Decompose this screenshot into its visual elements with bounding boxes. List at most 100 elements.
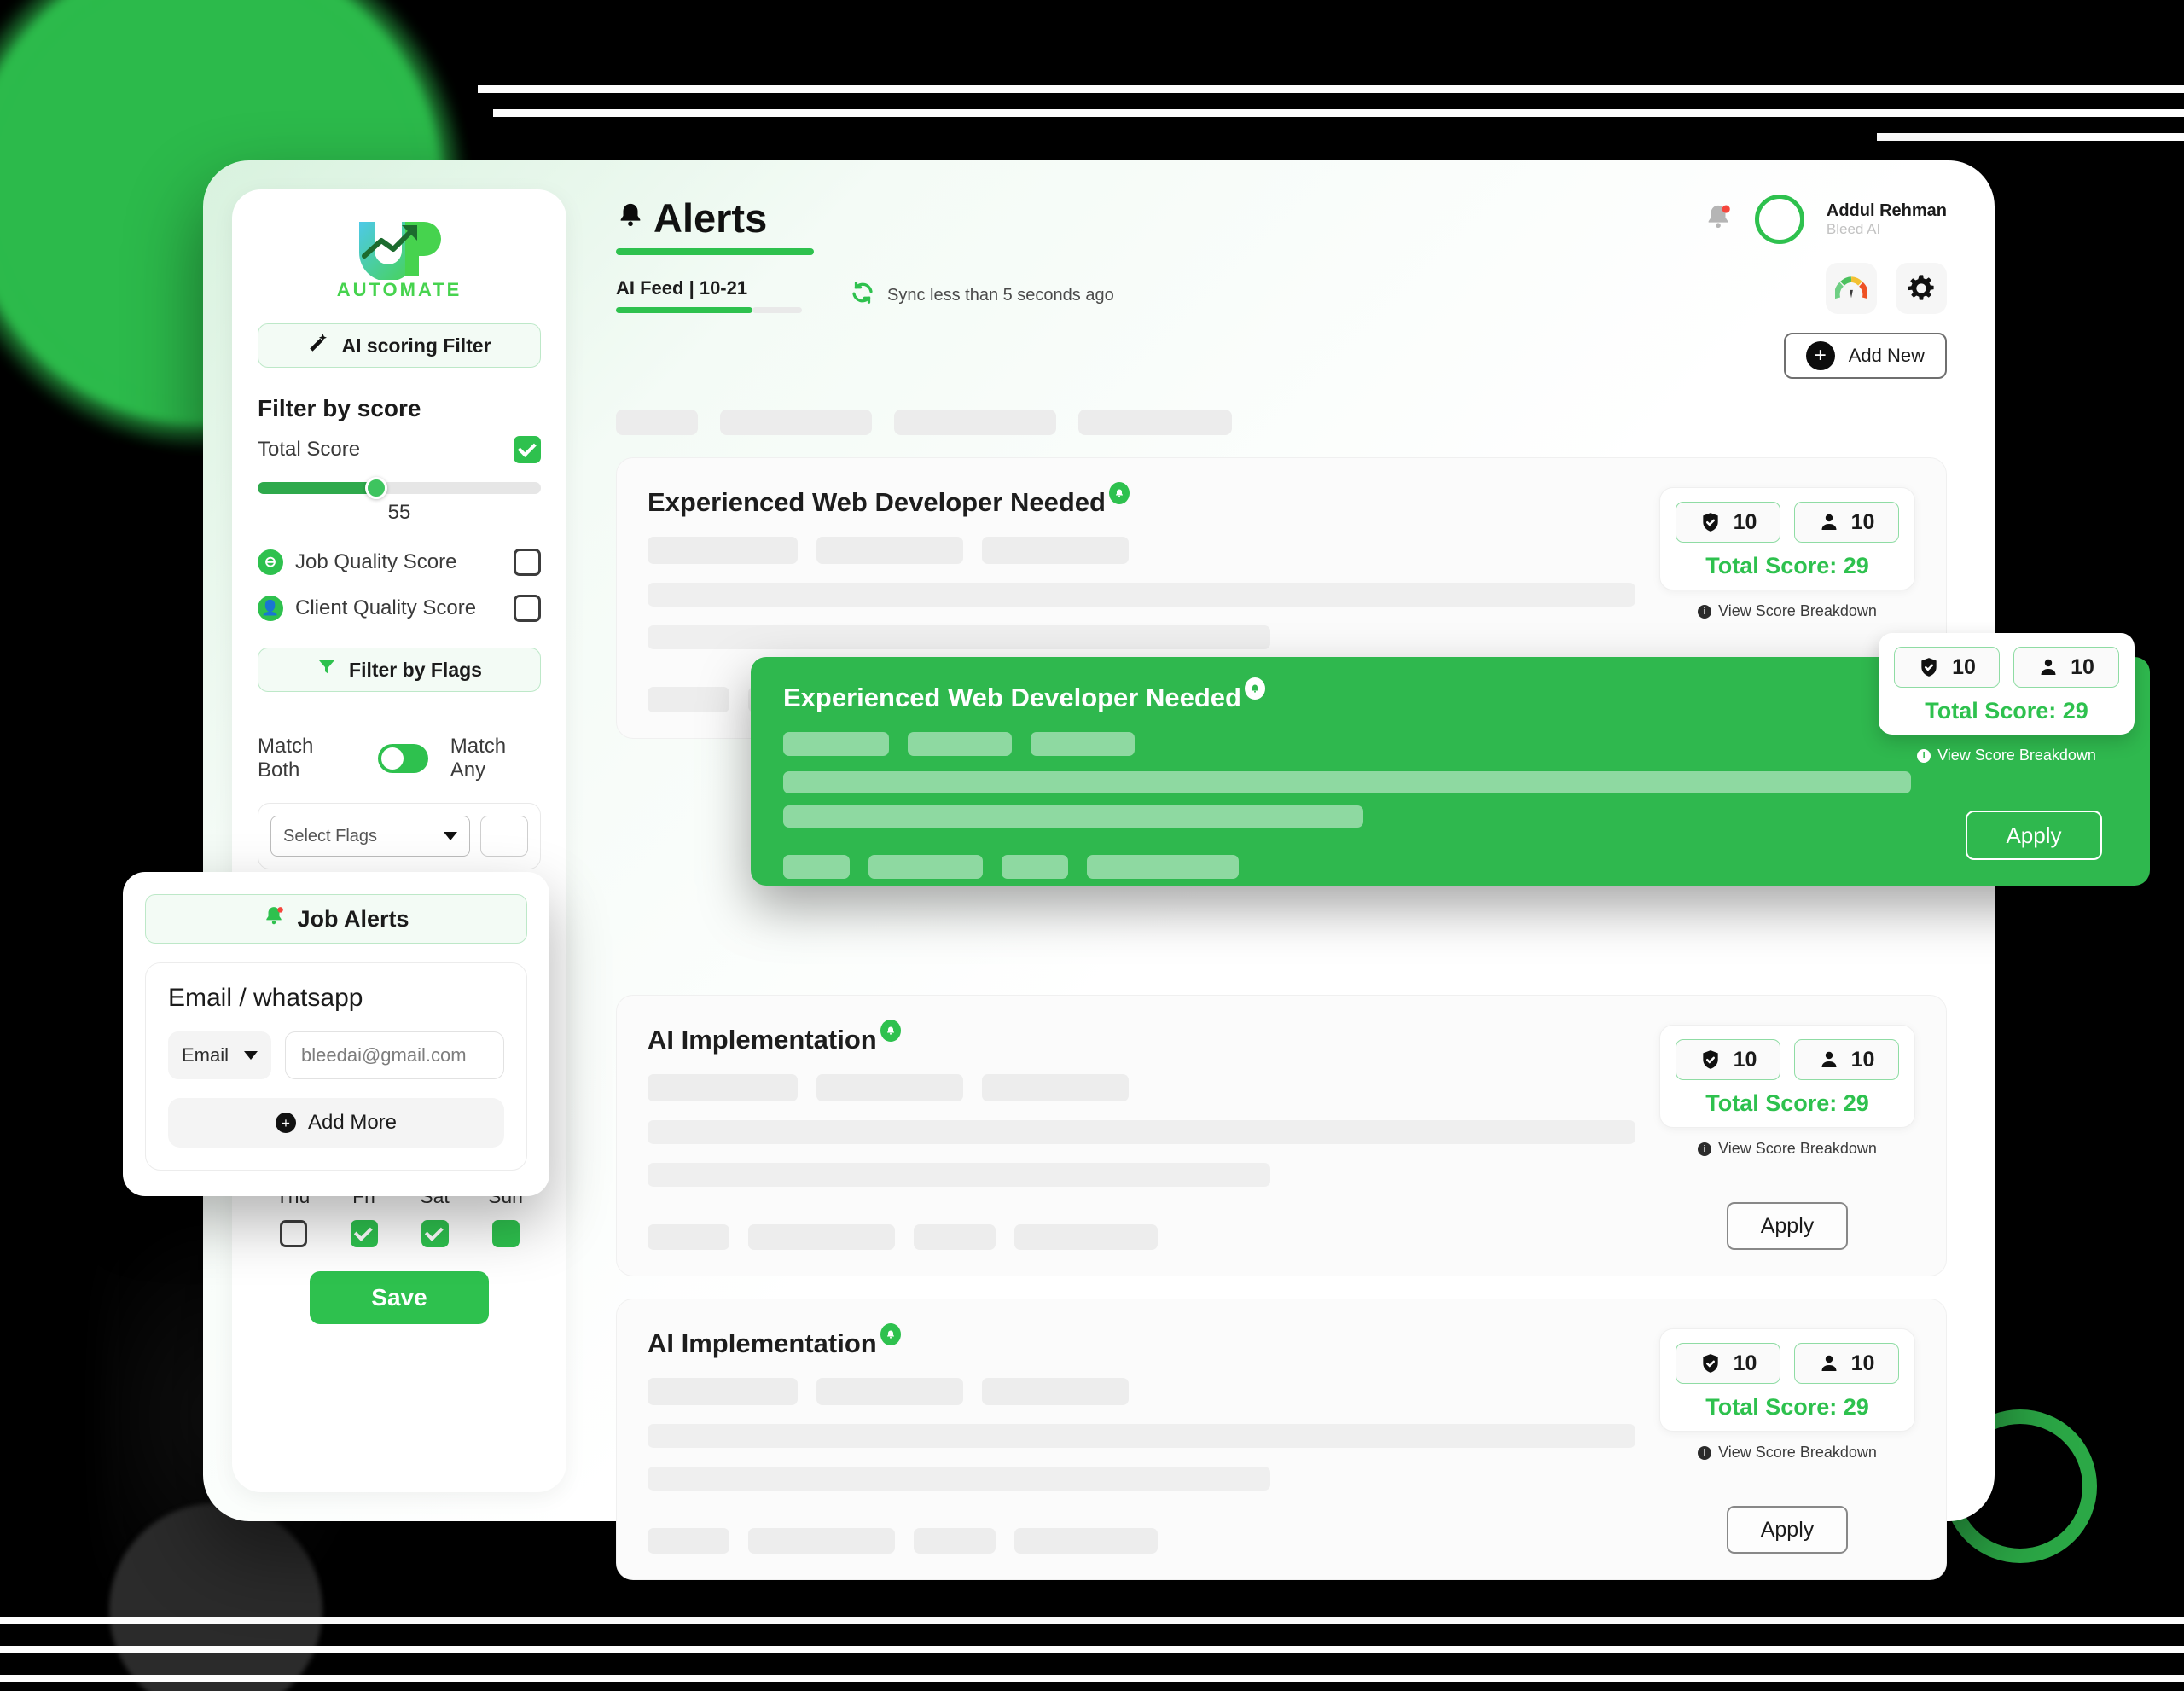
job-quality-label: Job Quality Score: [295, 550, 457, 573]
add-more-button[interactable]: + Add More: [168, 1098, 504, 1148]
add-new-button[interactable]: + Add New: [1783, 333, 1947, 379]
page-title-text: Alerts: [653, 195, 768, 241]
user-box[interactable]: Addul Rehman Bleed AI: [1704, 195, 1947, 244]
filter-chip[interactable]: [720, 410, 872, 435]
shield-score-value: 10: [1733, 1351, 1757, 1375]
apply-button[interactable]: Apply: [1727, 1506, 1848, 1554]
bell-icon: [616, 195, 645, 241]
alert-bell-badge-icon: [880, 1323, 901, 1345]
alert-bell-badge-icon: [880, 1020, 901, 1042]
filter-chip[interactable]: [1078, 410, 1232, 435]
filter-chip[interactable]: [894, 410, 1056, 435]
highlighted-job-title-text: Experienced Web Developer Needed: [783, 683, 1241, 712]
apply-button[interactable]: Apply: [1727, 1202, 1848, 1250]
channel-select[interactable]: Email: [168, 1031, 272, 1079]
slider-knob[interactable]: [365, 477, 388, 499]
filter-by-score-title: Filter by score: [258, 395, 421, 421]
view-score-breakdown-link[interactable]: i View Score Breakdown: [1698, 602, 1877, 620]
email-field-value: bleedai@gmail.com: [301, 1044, 467, 1066]
flags-select[interactable]: Select Flags: [270, 816, 470, 857]
skeleton-chip: [783, 855, 850, 879]
job-card[interactable]: AI Implementation 10 10 Total Score: 29 …: [616, 995, 1947, 1276]
save-button[interactable]: Save: [310, 1271, 489, 1324]
skeleton-line: [648, 1467, 1270, 1491]
skeleton-chip: [648, 1074, 798, 1101]
skeleton-chip: [914, 1224, 996, 1250]
job-alerts-header[interactable]: Job Alerts: [145, 894, 527, 944]
magic-wand-icon: [307, 332, 329, 359]
filter-by-flags-button[interactable]: Filter by Flags: [258, 648, 541, 692]
gear-icon[interactable]: [1896, 263, 1947, 314]
job-card[interactable]: AI Implementation 10 10 Total Score: 29 …: [616, 1299, 1947, 1580]
view-score-breakdown-link[interactable]: i View Score Breakdown: [1917, 747, 2096, 764]
highlighted-job-card[interactable]: Experienced Web Developer Needed 10 10 T…: [751, 633, 2150, 886]
skeleton-chip: [1002, 855, 1068, 879]
day-checkbox-sun[interactable]: [491, 1220, 520, 1247]
page-title: Alerts: [616, 195, 1114, 241]
shield-score-value: 10: [1733, 509, 1757, 534]
skeleton-chip: [908, 732, 1012, 756]
slider-value: 55: [387, 501, 411, 524]
skeleton-chip: [982, 537, 1129, 564]
skeleton-chip: [982, 1378, 1129, 1405]
job-card-body: AI Implementation: [648, 1323, 1635, 1554]
day-checkbox-sat[interactable]: [421, 1220, 449, 1247]
skeleton-line: [648, 1424, 1635, 1448]
client-quality-label: Client Quality Score: [295, 596, 477, 619]
flags-add-button[interactable]: [480, 816, 528, 857]
total-score-checkbox[interactable]: [514, 436, 541, 463]
highlighted-score-side: 10 10 Total Score: 29 i View Score Break…: [1879, 633, 2135, 764]
shield-score-badge: 10: [1676, 1343, 1780, 1384]
sync-icon[interactable]: [850, 280, 875, 311]
email-field[interactable]: bleedai@gmail.com: [285, 1031, 504, 1079]
view-score-breakdown-link[interactable]: i View Score Breakdown: [1698, 1140, 1877, 1158]
skeleton-chip: [648, 687, 729, 712]
skeleton-chip: [914, 1528, 996, 1554]
add-new-label: Add New: [1848, 345, 1925, 366]
skeleton-tag-row: [648, 1224, 1635, 1250]
client-quality-icon: 👤: [258, 596, 283, 621]
ai-scoring-filter-button[interactable]: AI scoring Filter: [258, 323, 541, 368]
apply-button[interactable]: Apply: [1966, 811, 2102, 860]
job-quality-checkbox[interactable]: [514, 549, 541, 576]
highlighted-job-title: Experienced Web Developer Needed: [783, 677, 1265, 713]
job-quality-icon: ⊖: [258, 549, 283, 575]
total-score: Total Score: 29: [1705, 1090, 1869, 1116]
info-icon: i: [1698, 604, 1712, 619]
person-score-badge: 10: [1794, 1343, 1899, 1384]
job-card-body: AI Implementation: [648, 1020, 1635, 1250]
job-alerts-panel: Job Alerts Email / whatsapp Email bleeda…: [123, 872, 549, 1196]
chevron-down-icon: [244, 1051, 258, 1060]
filter-chip[interactable]: [616, 410, 698, 435]
notifications-bell-icon[interactable]: [1704, 201, 1733, 238]
job-title-text: AI Implementation: [648, 1328, 877, 1358]
skeleton-chip: [648, 1224, 729, 1250]
match-mode-toggle[interactable]: [378, 744, 428, 773]
shield-score-badge: 10: [1676, 502, 1780, 543]
score-gauge-icon[interactable]: [1826, 263, 1877, 314]
skeleton-chip: [748, 1224, 895, 1250]
decorative-stripe: [0, 1675, 2184, 1682]
slider-track[interactable]: [258, 477, 541, 499]
client-quality-checkbox[interactable]: [514, 595, 541, 622]
day-checkbox-thu[interactable]: [279, 1220, 307, 1247]
view-score-breakdown-link[interactable]: i View Score Breakdown: [1698, 1444, 1877, 1461]
person-score-value: 10: [2071, 654, 2094, 679]
feed-row: AI Feed | 10-21 Sync less than 5 seconds…: [616, 277, 1114, 313]
skeleton-chip: [648, 537, 798, 564]
alert-bell-badge-icon: [1244, 677, 1265, 700]
score-box: 10 10 Total Score: 29: [1659, 1025, 1915, 1128]
skeleton-chip: [748, 1528, 895, 1554]
avatar[interactable]: [1754, 195, 1804, 244]
day-checkbox-fri[interactable]: [350, 1220, 378, 1247]
skeleton-meta-row: [648, 1378, 1635, 1405]
tab-inactive-underline: [752, 307, 802, 313]
flags-field-card: Select Flags: [258, 803, 541, 869]
tab-ai-feed[interactable]: AI Feed | 10-21: [616, 277, 802, 299]
total-score-slider[interactable]: 55: [258, 477, 541, 525]
info-icon: i: [1698, 1445, 1712, 1460]
decorative-stripe: [1877, 133, 2184, 141]
decorative-stripe: [478, 85, 2184, 93]
main-header: Alerts AI Feed | 10-21 Sync less than 5 …: [616, 195, 1947, 379]
score-box: 10 10 Total Score: 29: [1659, 1328, 1915, 1432]
